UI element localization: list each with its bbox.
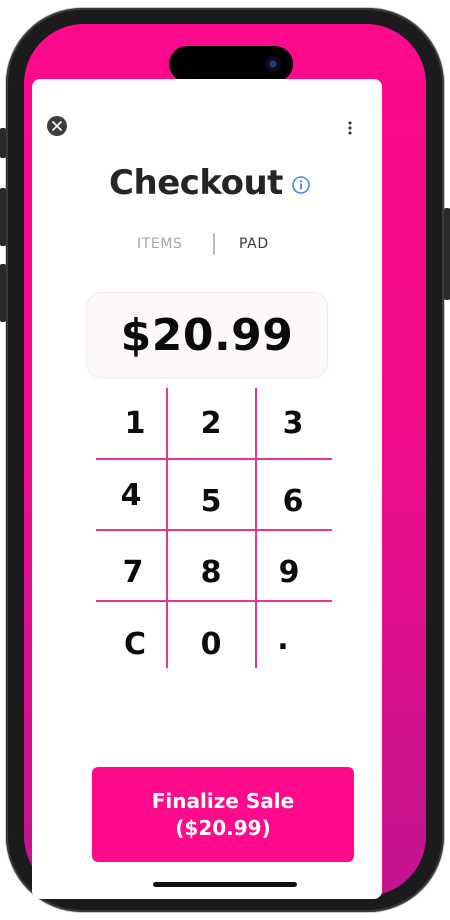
key-clear[interactable]: C [100, 609, 170, 679]
key-3[interactable]: 3 [258, 388, 328, 458]
view-tabs: ITEMS PAD [32, 231, 382, 257]
key-0[interactable]: 0 [176, 609, 246, 679]
key-4[interactable]: 4 [96, 460, 166, 530]
finalize-sale-label: Finalize Sale [151, 788, 295, 813]
key-2[interactable]: 2 [176, 388, 246, 458]
more-menu-button[interactable] [340, 116, 360, 140]
amount-value: $20.99 [120, 309, 294, 361]
key-8[interactable]: 8 [176, 537, 246, 607]
key-1[interactable]: 1 [100, 388, 170, 458]
key-7[interactable]: 7 [98, 537, 168, 607]
finalize-sale-amount: ($20.99) [175, 815, 271, 840]
tab-divider [213, 233, 215, 255]
power-button [444, 208, 450, 300]
action-button [0, 128, 6, 158]
key-6[interactable]: 6 [258, 466, 328, 536]
key-decimal[interactable]: . [248, 604, 318, 674]
more-vertical-icon [348, 121, 352, 135]
close-icon [52, 121, 62, 131]
tab-pad[interactable]: PAD [239, 231, 269, 257]
page-title: Checkout [109, 163, 283, 203]
amount-display: $20.99 [86, 292, 328, 378]
tab-items[interactable]: ITEMS [137, 231, 183, 257]
close-button[interactable] [47, 116, 67, 136]
home-indicator[interactable] [153, 882, 297, 887]
key-5[interactable]: 5 [176, 466, 246, 536]
volume-down-button [0, 264, 6, 322]
volume-up-button [0, 188, 6, 246]
info-icon[interactable] [291, 175, 311, 195]
camera-icon [265, 56, 281, 72]
checkout-card: Checkout ITEMS PAD $20.99 1 2 3 4 5 6 7 … [32, 79, 382, 899]
title-row: Checkout [32, 163, 382, 203]
dynamic-island [169, 46, 293, 82]
keypad: 1 2 3 4 5 6 7 8 9 C 0 . [96, 388, 332, 668]
key-9[interactable]: 9 [254, 537, 324, 607]
finalize-sale-button[interactable]: Finalize Sale ($20.99) [92, 767, 354, 862]
